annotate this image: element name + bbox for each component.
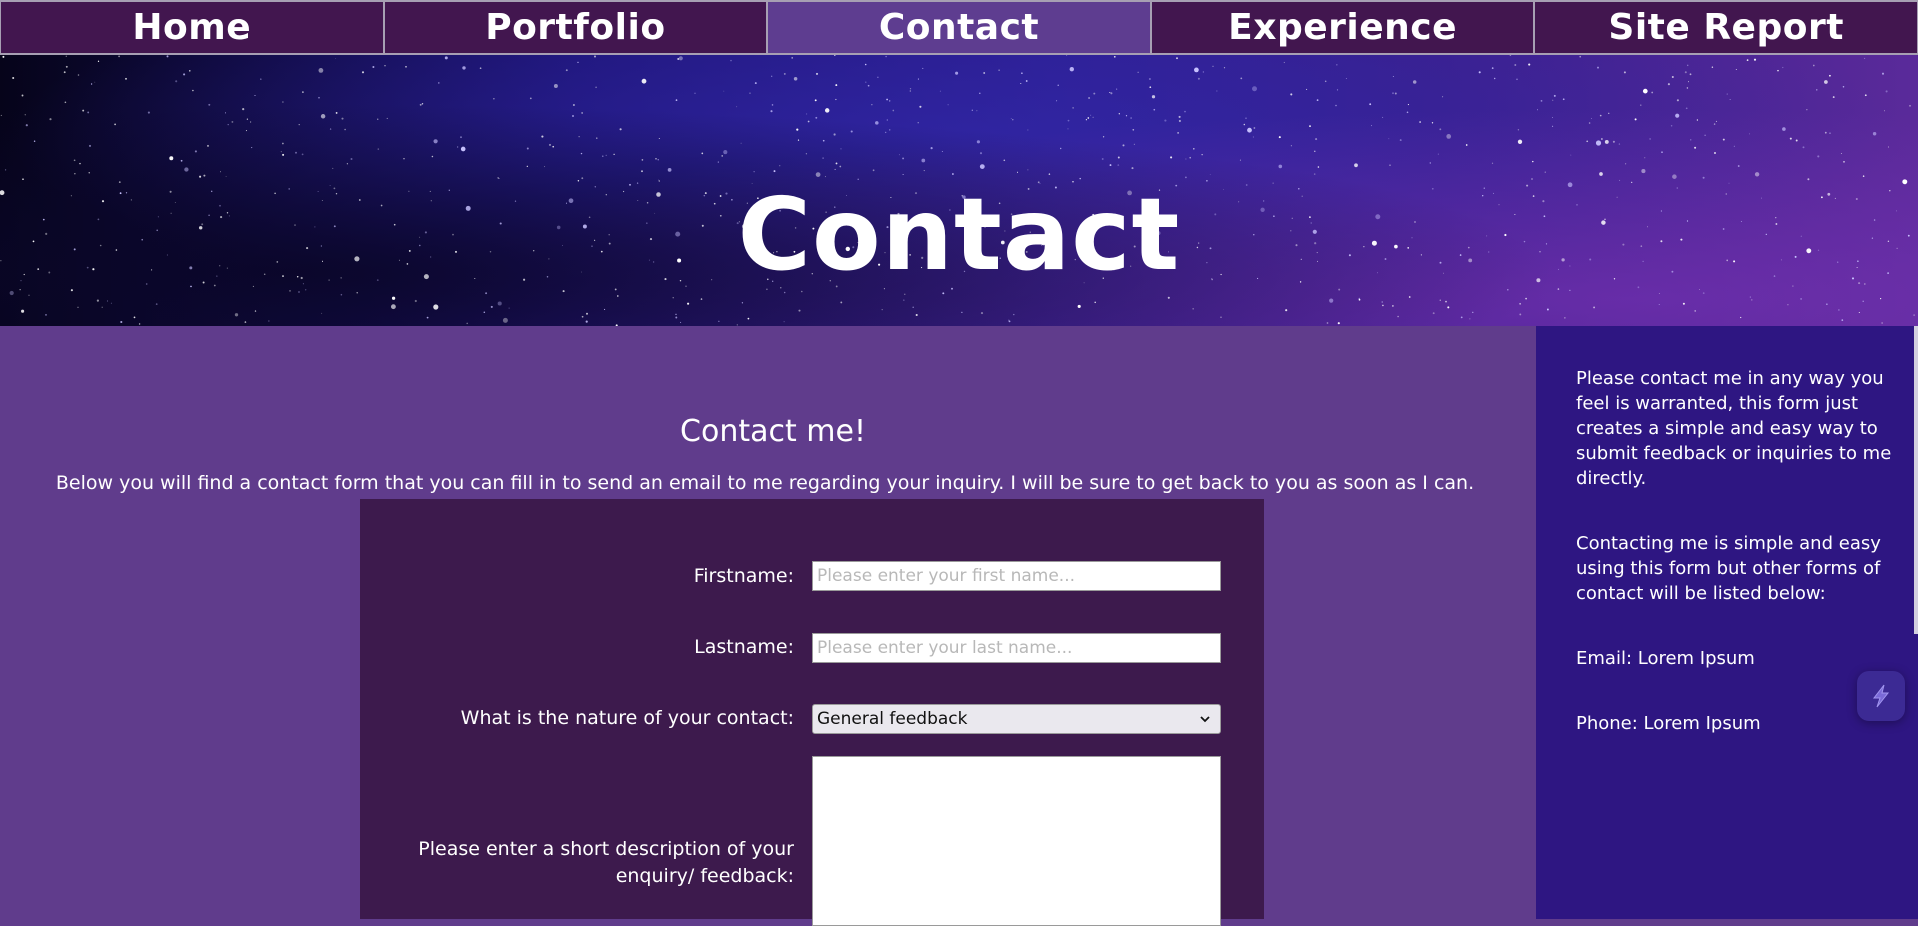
chevron-down-icon: [1200, 716, 1210, 723]
lightning-bolt-icon: [1872, 684, 1890, 708]
sidebar-email: Email: Lorem Ipsum: [1576, 648, 1755, 669]
firstname-label: Firstname:: [693, 565, 794, 587]
intro-text: Below you will find a contact form that …: [55, 472, 1475, 494]
nav-item-contact[interactable]: Contact: [767, 0, 1151, 55]
contact-sidebar: Please contact me in any way you feel is…: [1536, 326, 1918, 919]
hero-banner: Contact: [0, 55, 1918, 326]
page-title: Contact: [737, 176, 1181, 293]
firstname-input[interactable]: [812, 561, 1221, 591]
nature-label: What is the nature of your contact:: [460, 707, 794, 729]
lastname-input[interactable]: [812, 633, 1221, 663]
lastname-label: Lastname:: [694, 636, 794, 658]
sidebar-phone: Phone: Lorem Ipsum: [1576, 713, 1761, 734]
section-heading: Contact me!: [680, 414, 866, 449]
nav-item-home[interactable]: Home: [0, 0, 384, 55]
floating-action-button[interactable]: [1857, 671, 1905, 721]
top-nav: Home Portfolio Contact Experience Site R…: [0, 0, 1918, 55]
description-label: Please enter a short description of your…: [418, 838, 794, 887]
nav-item-site-report[interactable]: Site Report: [1534, 0, 1918, 55]
nav-item-experience[interactable]: Experience: [1150, 0, 1535, 55]
sidebar-scrollbar[interactable]: [1914, 326, 1918, 634]
nature-select[interactable]: General feedback: [812, 704, 1221, 734]
contact-form: Firstname: Lastname: What is the nature …: [360, 499, 1264, 926]
sidebar-para-2: Contacting me is simple and easy using t…: [1576, 533, 1881, 604]
main-content: Contact me! Below you will find a contac…: [0, 326, 1536, 926]
nature-select-value: General feedback: [817, 709, 968, 729]
sidebar-para-1: Please contact me in any way you feel is…: [1576, 368, 1892, 489]
description-textarea[interactable]: [812, 756, 1221, 926]
nav-item-portfolio[interactable]: Portfolio: [383, 0, 768, 55]
